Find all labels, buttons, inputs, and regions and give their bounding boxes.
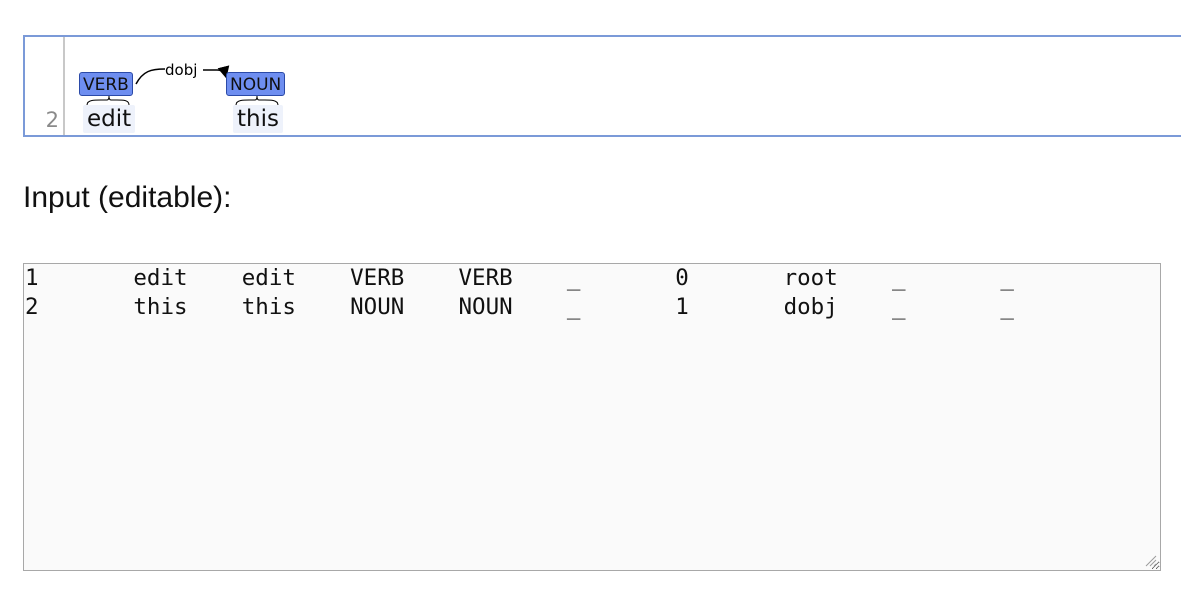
arc-label-dobj: dobj — [165, 61, 198, 79]
token-this: this — [233, 105, 283, 133]
edit-brace — [86, 95, 130, 106]
input-section-title: Input (editable): — [23, 181, 232, 214]
token-edit: edit — [83, 105, 136, 133]
pos-tag-verb: VERB — [79, 72, 133, 96]
conllu-input-textarea[interactable] — [23, 263, 1161, 571]
parse-visualization: 2 dobj VERB NOUN edit this — [23, 35, 1181, 137]
pos-tag-noun: NOUN — [226, 72, 286, 96]
this-brace — [235, 95, 279, 106]
dobj-arc — [135, 68, 166, 85]
dobj-arc-end — [203, 65, 230, 79]
